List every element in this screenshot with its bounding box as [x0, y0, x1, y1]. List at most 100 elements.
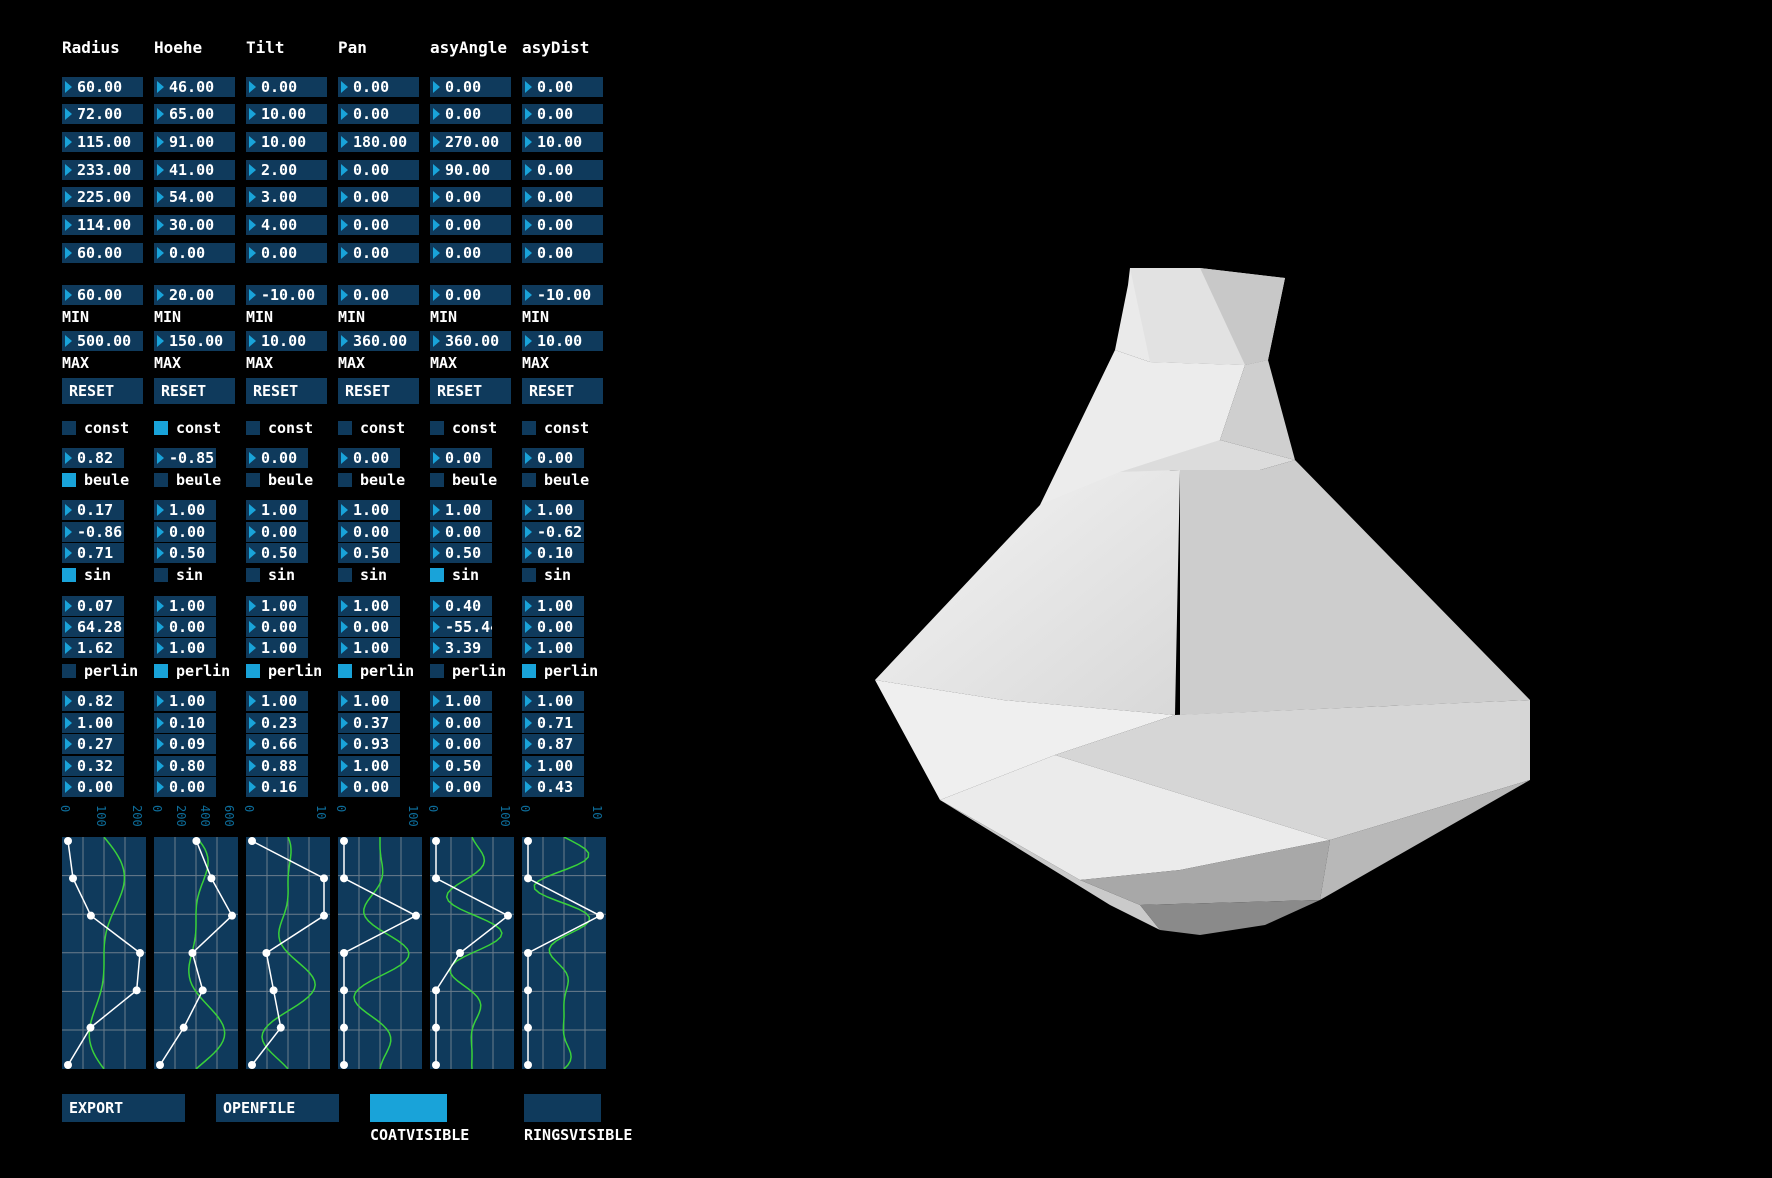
const-value-box[interactable]: 0.00	[430, 448, 492, 468]
profile-point[interactable]	[432, 986, 440, 995]
number-box[interactable]: 10.00	[246, 132, 327, 152]
perlin-param-box[interactable]: 1.00	[246, 691, 308, 711]
profile-point[interactable]	[276, 1023, 285, 1032]
sin-checkbox[interactable]	[154, 568, 168, 582]
perlin-param-box[interactable]: 0.88	[246, 756, 308, 776]
export-button[interactable]: EXPORT	[62, 1094, 185, 1122]
number-box[interactable]: 0.00	[522, 187, 603, 207]
sin-param-box[interactable]: 1.00	[154, 596, 216, 616]
number-box[interactable]: 0.00	[154, 243, 235, 263]
profile-point[interactable]	[524, 1023, 532, 1032]
perlin-param-box[interactable]: 1.00	[522, 691, 584, 711]
profile-point[interactable]	[248, 837, 256, 845]
min-number-box[interactable]: -10.00	[246, 285, 327, 305]
profile-point[interactable]	[136, 949, 144, 957]
profile-graph[interactable]	[246, 836, 330, 1070]
number-box[interactable]: 46.00	[154, 77, 235, 97]
perlin-param-box[interactable]: 0.10	[154, 713, 216, 733]
beule-toggle[interactable]: beule	[62, 471, 152, 489]
number-box[interactable]: 114.00	[62, 215, 143, 235]
perlin-param-box[interactable]: 0.37	[338, 713, 400, 733]
beule-toggle[interactable]: beule	[338, 471, 428, 489]
perlin-param-box[interactable]: 0.09	[154, 734, 216, 754]
reset-button[interactable]: RESET	[430, 378, 511, 404]
sin-checkbox[interactable]	[62, 568, 76, 582]
profile-point[interactable]	[432, 837, 440, 845]
number-box[interactable]: 0.00	[522, 104, 603, 124]
profile-point[interactable]	[64, 837, 72, 845]
number-box[interactable]: 4.00	[246, 215, 327, 235]
sin-param-box[interactable]: 1.00	[246, 596, 308, 616]
reset-button[interactable]: RESET	[522, 378, 603, 404]
sin-toggle[interactable]: sin	[338, 566, 428, 584]
profile-point[interactable]	[524, 1061, 532, 1069]
sin-param-box[interactable]: 0.00	[246, 617, 308, 637]
number-box[interactable]: 91.00	[154, 132, 235, 152]
reset-button[interactable]: RESET	[338, 378, 419, 404]
max-number-box[interactable]: 500.00	[62, 331, 143, 351]
perlin-param-box[interactable]: 0.00	[430, 777, 492, 797]
profile-point[interactable]	[432, 874, 440, 883]
perlin-param-box[interactable]: 0.00	[154, 777, 216, 797]
sin-param-box[interactable]: 0.00	[154, 617, 216, 637]
number-box[interactable]: 0.00	[430, 187, 511, 207]
const-toggle[interactable]: const	[246, 419, 336, 437]
sin-param-box[interactable]: 0.00	[338, 617, 400, 637]
ringsvisible-toggle[interactable]	[524, 1094, 601, 1122]
perlin-checkbox[interactable]	[338, 664, 352, 678]
const-value-box[interactable]: 0.00	[522, 448, 584, 468]
profile-point[interactable]	[432, 1023, 440, 1032]
profile-point[interactable]	[504, 911, 512, 920]
number-box[interactable]: 0.00	[246, 243, 327, 263]
sin-param-box[interactable]: 0.07	[62, 596, 124, 616]
max-number-box[interactable]: 150.00	[154, 331, 235, 351]
const-checkbox[interactable]	[246, 421, 260, 435]
profile-point[interactable]	[456, 949, 464, 957]
beule-toggle[interactable]: beule	[522, 471, 612, 489]
number-box[interactable]: 60.00	[62, 77, 143, 97]
sin-checkbox[interactable]	[338, 568, 352, 582]
profile-point[interactable]	[340, 874, 348, 883]
const-checkbox[interactable]	[154, 421, 168, 435]
sin-checkbox[interactable]	[522, 568, 536, 582]
sin-param-box[interactable]: 64.28	[62, 617, 124, 637]
profile-point[interactable]	[340, 949, 348, 957]
profile-point[interactable]	[340, 1023, 348, 1032]
profile-point[interactable]	[340, 1061, 348, 1069]
number-box[interactable]: 0.00	[338, 160, 419, 180]
profile-point[interactable]	[86, 911, 95, 920]
profile-point[interactable]	[188, 949, 197, 957]
sin-toggle[interactable]: sin	[154, 566, 244, 584]
const-toggle[interactable]: const	[430, 419, 520, 437]
reset-button[interactable]: RESET	[154, 378, 235, 404]
coatvisible-toggle[interactable]	[370, 1094, 447, 1122]
profile-graph[interactable]	[154, 836, 238, 1070]
profile-point[interactable]	[192, 837, 201, 845]
profile-point[interactable]	[524, 874, 532, 883]
sin-param-box[interactable]: 1.00	[338, 596, 400, 616]
perlin-param-box[interactable]: 0.71	[522, 713, 584, 733]
profile-graph[interactable]	[62, 836, 146, 1070]
number-box[interactable]: 0.00	[522, 77, 603, 97]
max-number-box[interactable]: 360.00	[430, 331, 511, 351]
profile-point[interactable]	[86, 1023, 95, 1032]
profile-point[interactable]	[228, 911, 236, 920]
profile-point[interactable]	[248, 1061, 256, 1069]
profile-point[interactable]	[179, 1023, 188, 1032]
beule-param-box[interactable]: 1.00	[430, 500, 492, 520]
perlin-param-box[interactable]: 1.00	[522, 756, 584, 776]
beule-param-box[interactable]: 0.00	[246, 522, 308, 542]
beule-checkbox[interactable]	[246, 473, 260, 487]
min-number-box[interactable]: 60.00	[62, 285, 143, 305]
number-box[interactable]: 233.00	[62, 160, 143, 180]
perlin-checkbox[interactable]	[246, 664, 260, 678]
perlin-checkbox[interactable]	[62, 664, 76, 678]
sin-toggle[interactable]: sin	[430, 566, 520, 584]
beule-param-box[interactable]: -0.62	[522, 522, 584, 542]
beule-checkbox[interactable]	[338, 473, 352, 487]
profile-point[interactable]	[198, 986, 207, 995]
beule-checkbox[interactable]	[430, 473, 444, 487]
max-number-box[interactable]: 10.00	[522, 331, 603, 351]
perlin-checkbox[interactable]	[522, 664, 536, 678]
profile-point[interactable]	[340, 837, 348, 845]
